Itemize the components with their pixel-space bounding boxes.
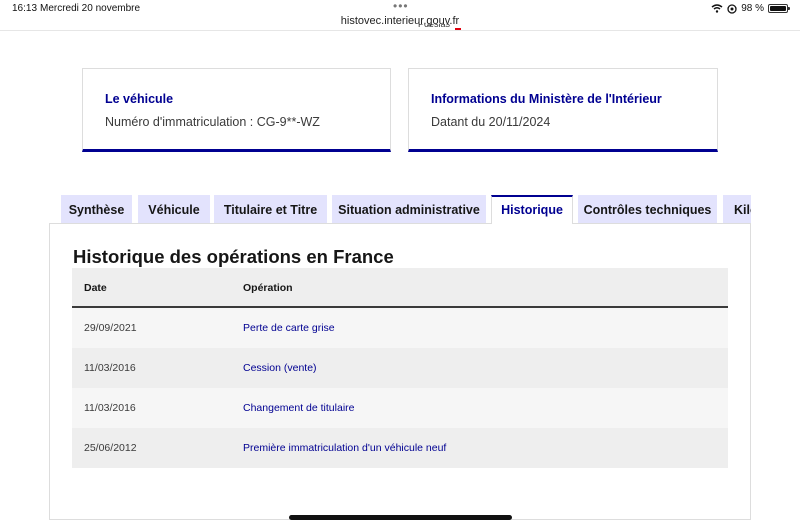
vehicle-card: Le véhicule Numéro d'immatriculation : C… [82,68,391,152]
tab-controles-techniques[interactable]: Contrôles techniques [578,195,717,224]
wifi-icon [711,4,723,13]
battery-fill [770,6,786,11]
more-dots-icon[interactable]: ••• [393,0,409,13]
data-date: Datant du 20/11/2024 [431,115,551,129]
tab-vehicule[interactable]: Véhicule [138,195,210,224]
section-title: Historique des opérations en France [73,246,394,267]
tab-synthese[interactable]: Synthèse [61,195,132,224]
row-date: 25/06/2012 [84,442,137,454]
location-lock-icon [727,3,737,14]
table-row: 25/06/2012 Première immatriculation d'un… [72,428,728,468]
table-row: 29/09/2021 Perte de carte grise [72,308,728,348]
row-date: 29/09/2021 [84,322,137,334]
status-divider [0,30,800,31]
home-indicator[interactable] [289,515,512,520]
tab-kilometrage[interactable]: Kilométrage [723,195,751,224]
row-operation-link[interactable]: Première immatriculation d'un véhicule n… [243,442,446,454]
battery-tip [788,7,790,10]
tab-bar: Synthèse Véhicule Titulaire et Titre Sit… [61,195,751,224]
row-operation-link[interactable]: Perte de carte grise [243,322,335,334]
registration-number: Numéro d'immatriculation : CG-9**-WZ [105,115,320,129]
status-time: 16:13 [12,3,38,14]
battery-percentage: 98 % [741,3,764,14]
ministry-card: Informations du Ministère de l'Intérieur… [408,68,718,152]
row-date: 11/03/2016 [84,362,136,374]
table-row: 11/03/2016 Changement de titulaire [72,388,728,428]
column-header-operation: Opération [243,282,293,294]
address-bar-url[interactable]: histovec.interieur.gouv.fr [0,15,800,27]
status-bar: 16:13 Mercredi 20 novembre ••• histovec.… [0,0,800,30]
table-header: Date Opération [72,268,728,308]
vehicle-card-title: Le véhicule [105,92,174,106]
battery-icon [768,4,790,13]
status-date: Mercredi 20 novembre [40,3,141,14]
column-header-date: Date [84,282,107,294]
tab-situation-administrative[interactable]: Situation administrative [332,195,486,224]
tab-titulaire[interactable]: Titulaire et Titre [214,195,327,224]
status-indicators: 98 % [711,3,790,14]
history-table: Date Opération 29/09/2021 Perte de carte… [72,268,728,468]
ministry-card-title: Informations du Ministère de l'Intérieur [431,92,662,106]
row-operation-link[interactable]: Changement de titulaire [243,402,355,414]
table-row: 11/03/2016 Cession (vente) [72,348,728,388]
row-date: 11/03/2016 [84,402,136,414]
row-operation-link[interactable]: Cession (vente) [243,362,317,374]
tab-historique[interactable]: Historique [491,195,573,224]
